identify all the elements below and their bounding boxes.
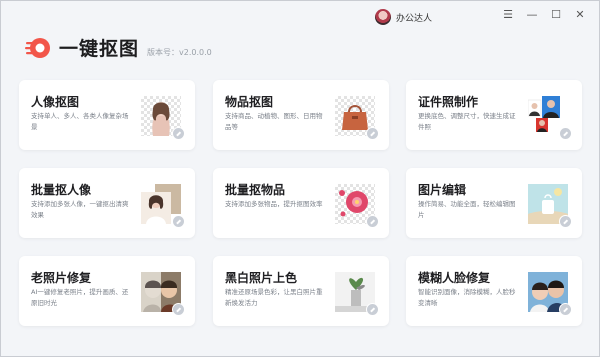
- edit-badge-icon: [559, 303, 572, 316]
- card-desc: 支持添加多张物品，提升抠图效率: [225, 200, 323, 208]
- card-portrait-cutout[interactable]: 人像抠图 支持单人、多人、各类人像复杂场景: [19, 80, 195, 150]
- app-title: 一键抠图: [59, 38, 140, 60]
- card-title: 图片编辑: [418, 183, 467, 197]
- edit-badge-icon: [559, 127, 572, 140]
- edit-badge-icon: [366, 303, 379, 316]
- menu-icon[interactable]: ☰: [501, 7, 515, 21]
- version-label: 版本号：v2.0.0.0: [147, 48, 212, 57]
- card-id-photo[interactable]: 证件照制作 更换底色、调整尺寸，快速生成证件照: [406, 80, 582, 150]
- card-face-restore[interactable]: 模糊人脸修复 智能识别面像，消除模糊，人脸秒变清晰: [406, 256, 582, 326]
- app-logo-icon: [25, 35, 51, 61]
- image-edit-icon: [528, 184, 572, 228]
- edit-badge-icon: [559, 215, 572, 228]
- window-controls: ☰ — ☐ ✕: [501, 7, 587, 21]
- bag-cutout-icon: [335, 96, 379, 140]
- portrait-cutout-icon: [141, 96, 185, 140]
- title-bar: 办公达人 ☰ — ☐ ✕: [1, 1, 599, 31]
- avatar[interactable]: [375, 9, 391, 25]
- old-photo-icon: [141, 272, 185, 316]
- card-desc: 更换底色、调整尺寸，快速生成证件照: [418, 112, 516, 131]
- card-title: 人像抠图: [31, 95, 80, 109]
- minimize-icon[interactable]: —: [525, 7, 539, 21]
- card-colorize[interactable]: 黑白照片上色 精准还原场景色彩，让黑白照片重新焕发活力: [213, 256, 389, 326]
- card-title: 黑白照片上色: [225, 271, 298, 285]
- close-icon[interactable]: ✕: [573, 7, 587, 21]
- card-title: 批量抠人像: [31, 183, 92, 197]
- face-restore-icon: [528, 272, 572, 316]
- edit-badge-icon: [366, 127, 379, 140]
- brand: 一键抠图 版本号：v2.0.0.0: [25, 34, 212, 61]
- card-desc: 支持单人、多人、各类人像复杂场景: [31, 112, 129, 131]
- card-desc: AI一键修复老照片，提升画质、还原旧时光: [31, 288, 129, 307]
- card-desc: 操作简易、功能全面，轻松编辑图片: [418, 200, 516, 219]
- edit-badge-icon: [172, 215, 185, 228]
- card-batch-item[interactable]: 批量抠物品 支持添加多张物品，提升抠图效率: [213, 168, 389, 238]
- card-batch-portrait[interactable]: 批量抠人像 支持添加多张人像，一键抠出清爽效果: [19, 168, 195, 238]
- edit-badge-icon: [172, 127, 185, 140]
- edit-badge-icon: [366, 215, 379, 228]
- batch-item-icon: [335, 184, 379, 228]
- card-desc: 精准还原场景色彩，让黑白照片重新焕发活力: [225, 288, 323, 307]
- edit-badge-icon: [172, 303, 185, 316]
- card-title: 老照片修复: [31, 271, 92, 285]
- card-old-photo[interactable]: 老照片修复 AI一键修复老照片，提升画质、还原旧时光: [19, 256, 195, 326]
- card-item-cutout[interactable]: 物品抠图 支持商品、动植物、图形、日用物品等: [213, 80, 389, 150]
- card-desc: 支持添加多张人像，一键抠出清爽效果: [31, 200, 129, 219]
- maximize-icon[interactable]: ☐: [549, 7, 563, 21]
- card-desc: 支持商品、动植物、图形、日用物品等: [225, 112, 323, 131]
- colorize-icon: [335, 272, 379, 316]
- batch-portrait-icon: [141, 184, 185, 228]
- card-title: 物品抠图: [225, 95, 274, 109]
- card-title: 证件照制作: [418, 95, 479, 109]
- card-title: 模糊人脸修复: [418, 271, 491, 285]
- user-profile[interactable]: 办公达人: [375, 8, 432, 26]
- user-name[interactable]: 办公达人: [396, 11, 432, 24]
- app-window: 办公达人 ☰ — ☐ ✕ 一键抠图 版本号：v2.0.0.0 人像抠图 支持单人…: [0, 0, 600, 357]
- card-desc: 智能识别面像，消除模糊，人脸秒变清晰: [418, 288, 516, 307]
- card-image-edit[interactable]: 图片编辑 操作简易、功能全面，轻松编辑图片: [406, 168, 582, 238]
- card-title: 批量抠物品: [225, 183, 286, 197]
- id-photo-icon: [527, 96, 572, 140]
